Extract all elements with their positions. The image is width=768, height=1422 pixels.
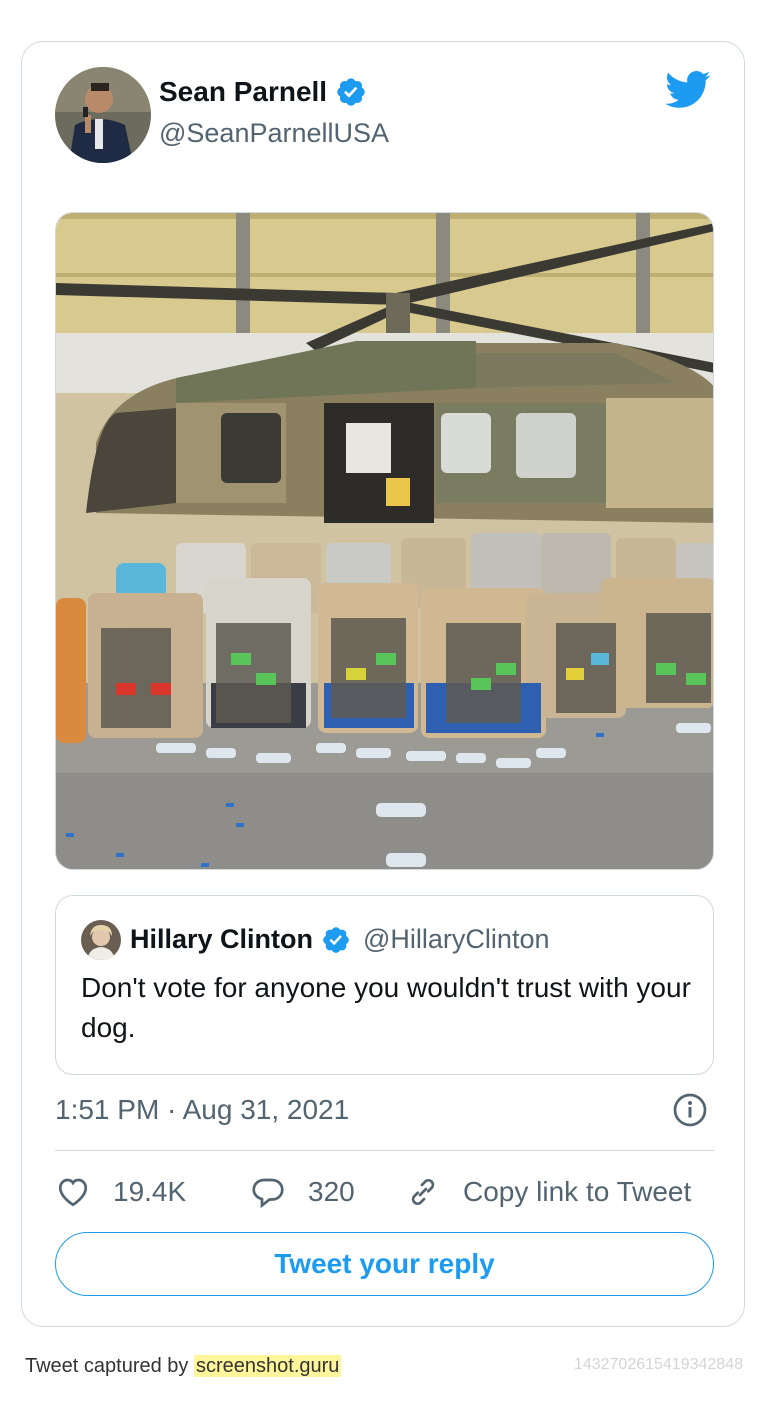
tweet-id: 1432702615419342848 <box>573 1356 743 1373</box>
screenshot-guru-link[interactable]: screenshot.guru <box>193 1355 342 1377</box>
author-avatar[interactable] <box>55 67 151 163</box>
quoted-tweet-text: Don't vote for anyone you wouldn't trust… <box>81 972 691 1043</box>
quoted-author-avatar <box>81 920 121 960</box>
reply-button[interactable]: 320 <box>250 1170 355 1214</box>
tweet-actions: 19.4K 320 Copy link to Tweet <box>55 1170 714 1214</box>
like-count: 19.4K <box>113 1176 187 1207</box>
divider <box>55 1150 714 1151</box>
footer-prefix: Tweet captured by <box>25 1355 194 1377</box>
heart-icon <box>58 1178 88 1207</box>
like-button[interactable]: 19.4K <box>55 1170 186 1214</box>
reply-bubble-icon <box>252 1178 284 1209</box>
tweet-timestamp[interactable]: 1:51 PM · Aug 31, 2021 <box>55 1094 349 1126</box>
quoted-tweet[interactable]: Hillary Clinton @HillaryClinton Don't vo… <box>55 895 714 1075</box>
info-icon[interactable] <box>672 1092 708 1128</box>
twitter-bird-icon[interactable] <box>665 70 711 110</box>
tweet-photo[interactable] <box>55 212 714 870</box>
verified-badge-icon <box>337 78 365 106</box>
author-name[interactable]: Sean Parnell <box>159 76 327 108</box>
verified-badge-icon <box>323 926 349 953</box>
quoted-author-name: Hillary Clinton <box>130 924 314 954</box>
copy-link-label: Copy link to Tweet <box>463 1176 692 1207</box>
tweet-your-reply-button[interactable]: Tweet your reply <box>55 1232 714 1296</box>
link-icon <box>411 1178 435 1206</box>
copy-link-button[interactable]: Copy link to Tweet <box>405 1170 691 1214</box>
author-handle[interactable]: @SeanParnellUSA <box>159 118 389 149</box>
reply-count: 320 <box>308 1176 355 1207</box>
quoted-author-handle: @HillaryClinton <box>363 924 550 954</box>
footer-credit: Tweet captured by screenshot.guru <box>25 1355 342 1378</box>
tweet-card: Sean Parnell @SeanParnellUSA Hillary Cli… <box>21 41 745 1327</box>
